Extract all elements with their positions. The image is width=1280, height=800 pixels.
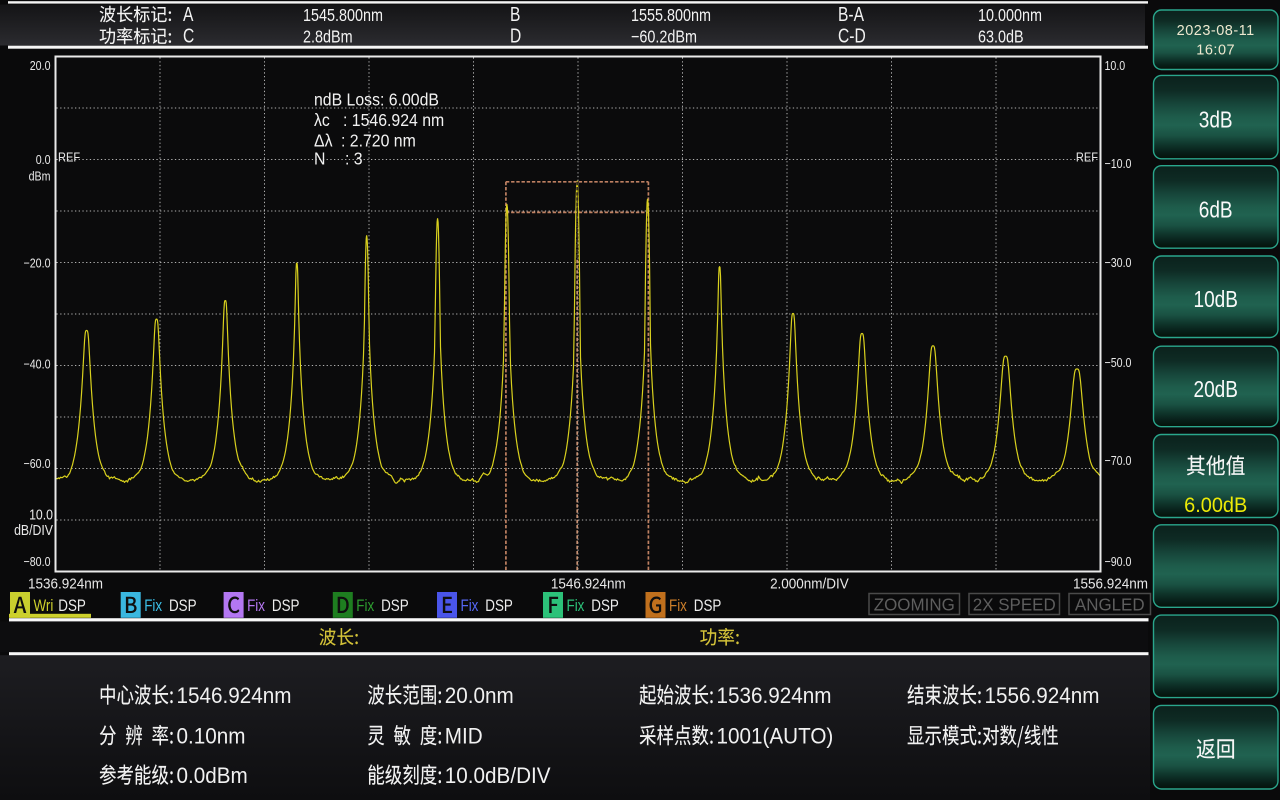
svg-text:Wri: Wri <box>34 597 54 616</box>
svg-text:MID: MID <box>445 724 483 749</box>
svg-text:10.000nm: 10.000nm <box>978 5 1042 25</box>
svg-text:DSP: DSP <box>272 597 300 616</box>
svg-text:−60.2dBm: −60.2dBm <box>631 27 697 47</box>
svg-text:20.0: 20.0 <box>30 58 51 73</box>
svg-text:10.0: 10.0 <box>1105 58 1126 73</box>
svg-text:DSP: DSP <box>485 597 513 616</box>
svg-text:−50.0: −50.0 <box>1105 355 1132 370</box>
svg-text:Fix: Fix <box>567 597 585 616</box>
svg-text:D: D <box>510 25 521 47</box>
svg-text:1536.924nm: 1536.924nm <box>28 576 103 593</box>
svg-text:1545.800nm: 1545.800nm <box>303 5 383 25</box>
svg-text:16:07: 16:07 <box>1196 43 1235 59</box>
svg-text:20dB: 20dB <box>1193 376 1237 402</box>
svg-text:Fix: Fix <box>669 597 687 616</box>
svg-text:DSP: DSP <box>381 597 409 616</box>
svg-text:DSP: DSP <box>169 597 197 616</box>
svg-text:Fix: Fix <box>461 597 479 616</box>
svg-text:dB/DIV: dB/DIV <box>14 522 54 538</box>
svg-text:−80.0: −80.0 <box>24 554 51 569</box>
svg-text:−70.0: −70.0 <box>1105 453 1132 468</box>
svg-text:ndB Loss: 6.00dB: ndB Loss: 6.00dB <box>314 89 439 109</box>
svg-text:λc: λc <box>314 110 330 130</box>
svg-text:Fix: Fix <box>144 597 162 616</box>
svg-text:B: B <box>510 3 520 25</box>
svg-text:DSP: DSP <box>591 597 619 616</box>
svg-text:1546.924nm: 1546.924nm <box>176 683 291 708</box>
svg-text:0.10nm: 0.10nm <box>176 724 245 749</box>
svg-text:−90.0: −90.0 <box>1105 554 1132 569</box>
svg-text:ANGLED: ANGLED <box>1075 594 1145 614</box>
svg-text:1556.924nm: 1556.924nm <box>1073 576 1148 593</box>
svg-text:: 1546.924 nm: : 1546.924 nm <box>343 110 444 130</box>
svg-text:−60.0: −60.0 <box>24 456 51 471</box>
svg-text:1555.800nm: 1555.800nm <box>631 5 711 25</box>
svg-text:B-A: B-A <box>838 3 864 25</box>
svg-text:0.0: 0.0 <box>36 152 51 167</box>
svg-text:0.0dBm: 0.0dBm <box>176 763 247 788</box>
svg-text:2.8dBm: 2.8dBm <box>303 27 353 47</box>
svg-text:1536.924nm: 1536.924nm <box>716 683 831 708</box>
svg-text:−20.0: −20.0 <box>24 256 51 271</box>
svg-text:10.0dB/DIV: 10.0dB/DIV <box>445 763 551 788</box>
svg-text:1546.924nm: 1546.924nm <box>551 576 626 593</box>
svg-text:6.00dB: 6.00dB <box>1184 494 1247 518</box>
svg-text:2.000nm/DIV: 2.000nm/DIV <box>770 576 849 593</box>
svg-text:DSP: DSP <box>58 597 86 616</box>
svg-text:1556.924nm: 1556.924nm <box>984 683 1099 708</box>
svg-text:ZOOMING: ZOOMING <box>874 594 955 614</box>
svg-text:REF: REF <box>1076 150 1098 165</box>
svg-text:: 2.720 nm: : 2.720 nm <box>341 130 416 150</box>
svg-text:−10.0: −10.0 <box>1105 156 1132 171</box>
svg-text:2X SPEED: 2X SPEED <box>973 594 1056 614</box>
svg-text:REF: REF <box>58 150 80 165</box>
svg-text:N: N <box>314 149 325 169</box>
svg-text:: 3: : 3 <box>345 149 363 169</box>
svg-text:Δλ: Δλ <box>314 130 333 150</box>
svg-text:C-D: C-D <box>838 25 866 47</box>
svg-text:Fix: Fix <box>247 597 265 616</box>
svg-text:10.0: 10.0 <box>29 506 53 522</box>
svg-text:C: C <box>183 25 194 47</box>
svg-text:63.0dB: 63.0dB <box>978 27 1024 47</box>
svg-text:Fix: Fix <box>356 597 374 616</box>
svg-text:DSP: DSP <box>694 597 722 616</box>
svg-text:A: A <box>183 3 193 25</box>
svg-text:−40.0: −40.0 <box>24 357 51 372</box>
svg-text:1001(AUTO): 1001(AUTO) <box>716 724 833 749</box>
svg-text:6dB: 6dB <box>1199 196 1233 222</box>
svg-text:10dB: 10dB <box>1193 286 1237 312</box>
svg-text:2023-08-11: 2023-08-11 <box>1177 23 1255 39</box>
svg-text:3dB: 3dB <box>1199 107 1233 133</box>
svg-text:dBm: dBm <box>29 169 51 184</box>
svg-text:20.0nm: 20.0nm <box>445 683 514 708</box>
svg-text:−30.0: −30.0 <box>1105 255 1132 270</box>
